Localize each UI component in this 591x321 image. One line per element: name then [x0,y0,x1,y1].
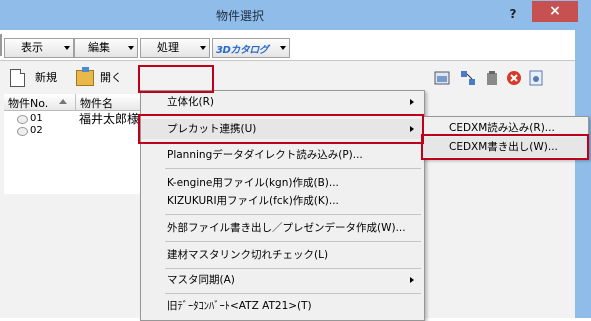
open-folder-icon [76,67,94,86]
toolbar-icon-5[interactable] [528,70,544,86]
menu-separator [165,268,421,269]
menu-item-label: 旧ﾃﾞｰﾀｺﾝﾊﾞｰﾄ<ATZ AT21>(T) [167,300,312,312]
menu-item-external-export[interactable]: 外部ファイル書き出し／プレゼンデータ作成(W)... [141,218,424,238]
toolbar: 新規 開く [4,66,575,92]
menu-separator [165,214,421,215]
chevron-down-icon [200,46,206,50]
title-bar: 物件選択 ? × [0,0,591,30]
chevron-right-icon [410,99,414,105]
toolbar-icon-1[interactable] [434,70,450,86]
menu-item-label: プレカット連携(U) [167,123,257,135]
sort-ascending-icon [59,99,67,104]
menu-item-label: KIZUKURI用ファイル(fck)作成(K)... [167,195,339,207]
column-number-header[interactable]: 物件No. [8,95,48,111]
delete-icon[interactable] [506,70,522,86]
menu-item-planning-import[interactable]: Planningデータダイレクト読み込み(P)... [141,145,424,165]
menu-item-label: K-engine用ファイル(kgn)作成(B)... [167,177,339,189]
menu-item-kengine-file[interactable]: K-engine用ファイル(kgn)作成(B)... [141,173,424,193]
property-icon [17,115,28,124]
window-title: 物件選択 [215,9,264,23]
property-table: 物件No. 物件名 01 福井太郎様 02 [4,94,204,194]
menu-separator [165,293,421,294]
new-document-icon [10,69,25,87]
menu-view-label: 表示 [21,41,43,54]
menu-separator [165,142,421,143]
menu-item-label: CEDXM書き出し(W)... [449,141,558,153]
menu-item-label: 建材マスタリンク切れチェック(L) [167,249,329,261]
menu-separator [165,168,421,169]
precut-submenu: CEDXM読み込み(R)... CEDXM書き出し(W)... [422,116,589,159]
menu-edit-button[interactable]: 編集 [74,38,138,58]
close-button[interactable]: × [532,1,578,22]
chevron-right-icon [410,126,414,132]
menu-process-label: 処理 [157,41,179,54]
toolbar-icon-2[interactable] [460,70,476,86]
row-number: 02 [30,125,43,136]
chevron-down-icon [128,46,134,50]
menu-edit-label: 編集 [88,41,110,54]
menu-separator [165,114,421,115]
chevron-down-icon [64,46,70,50]
row-number: 01 [30,113,43,124]
menu-item-master-sync[interactable]: マスタ同期(A) [141,270,424,290]
menu-3d-catalog-button[interactable]: 3Dカタログ [212,38,290,58]
window-frame [575,30,591,318]
column-name-header[interactable]: 物件名 [80,95,113,111]
menu-item-kizukuri-file[interactable]: KIZUKURI用ファイル(fck)作成(K)... [141,191,424,211]
open-button[interactable]: 開く [76,66,122,90]
menu-item-label: マスタ同期(A) [167,274,235,286]
new-label: 新規 [35,71,57,84]
toolbar-icon-3[interactable] [484,70,500,86]
menu-item-cedxm-export[interactable]: CEDXM書き出し(W)... [423,137,588,157]
menu-item-label: CEDXM読み込み(R)... [449,122,555,134]
new-button[interactable]: 新規 [10,66,57,90]
open-label: 開く [100,71,122,84]
menu-item-label: 外部ファイル書き出し／プレゼンデータ作成(W)... [167,222,406,234]
menu-item-legacy-convert[interactable]: 旧ﾃﾞｰﾀｺﾝﾊﾞｰﾄ<ATZ AT21>(T) [141,296,424,316]
menu-item-cedxm-import[interactable]: CEDXM読み込み(R)... [423,118,588,138]
property-icon [17,127,28,136]
process-dropdown-menu: 立体化(R) プレカット連携(U) Planningデータダイレクト読み込み(P… [140,90,425,321]
column-divider [75,94,76,110]
help-button[interactable]: ? [498,4,528,24]
menu-view-button[interactable]: 表示 [4,38,74,58]
menu-item-link-check[interactable]: 建材マスタリンク切れチェック(L) [141,245,424,265]
3d-catalog-logo: 3Dカタログ [216,45,269,56]
menu-process-button[interactable]: 処理 [140,38,210,58]
chevron-down-icon [280,46,286,50]
menu-item-label: 立体化(R) [167,96,214,108]
menu-separator [165,241,421,242]
row-name: 福井太郎様 [79,112,140,126]
chevron-right-icon [410,277,414,283]
menu-item-precut-link[interactable]: プレカット連携(U) [141,119,424,139]
menu-item-solidify[interactable]: 立体化(R) [141,92,424,112]
menu-item-label: Planningデータダイレクト読み込み(P)... [167,149,363,161]
